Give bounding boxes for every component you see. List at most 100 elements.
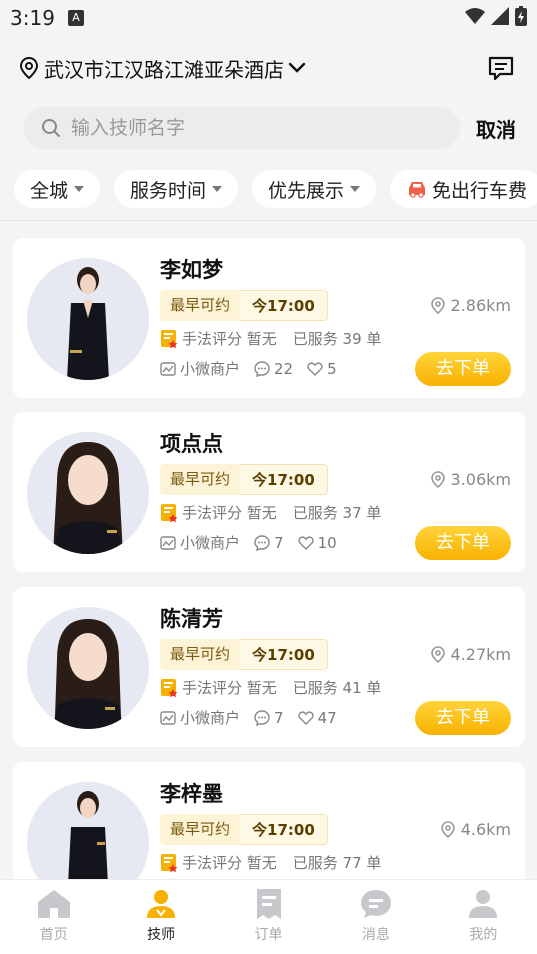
comment-count: 22 [274, 359, 294, 378]
distance: 2.86km [430, 296, 511, 315]
distance-value: 4.6km [460, 820, 511, 839]
technician-name: 陈清芳 [160, 607, 223, 631]
tab-profile-label: 我的 [469, 927, 498, 943]
technician-card[interactable]: 李如梦 最早可约 今17:00 2.86km 手法评分 暂无 已服务 39 单 … [13, 238, 525, 398]
like-icon [297, 710, 314, 725]
location-text[interactable]: 武汉市江汉路江滩亚朵酒店 [44, 54, 284, 83]
caret-down-icon [350, 186, 361, 192]
distance: 4.6km [440, 820, 511, 839]
order-button[interactable]: 去下单 [415, 701, 511, 735]
technician-card[interactable]: 陈清芳 最早可约 今17:00 4.27km 手法评分 暂无 已服务 41 单 … [13, 587, 525, 747]
meta-row: 小微商户 7 10 [160, 532, 337, 553]
filter-city[interactable]: 全城 [14, 170, 101, 208]
distance-value: 2.86km [450, 296, 511, 315]
availability-badge: 最早可约 今17:00 [160, 290, 328, 321]
like-icon [297, 535, 314, 550]
tab-message-label: 消息 [361, 927, 390, 943]
filter-service-time[interactable]: 服务时间 [114, 170, 239, 208]
served-count: 已服务 37 单 [292, 504, 382, 522]
availability-badge: 最早可约 今17:00 [160, 639, 328, 670]
availability-label: 最早可约 [160, 290, 241, 321]
rating-text: 手法评分 暂无 [182, 330, 277, 348]
meta-row: 小微商户 22 5 [160, 358, 337, 379]
order-icon [256, 889, 281, 919]
cancel-button[interactable]: 取消 [476, 114, 516, 143]
chevron-down-icon[interactable] [288, 62, 306, 74]
order-button[interactable]: 去下单 [415, 526, 511, 560]
rating-text: 手法评分 暂无 [182, 504, 277, 522]
tab-message[interactable]: 消息 [322, 880, 429, 954]
search-row: 取消 [23, 107, 517, 149]
tab-home[interactable]: 首页 [0, 880, 107, 954]
search-box[interactable] [23, 107, 460, 149]
car-icon [409, 182, 426, 198]
distance: 3.06km [430, 470, 511, 489]
merchant-icon [160, 535, 176, 550]
technician-name: 李如梦 [160, 258, 223, 282]
filter-free-travel-label: 免出行车费 [432, 179, 528, 202]
meta-row: 小微商户 7 47 [160, 707, 337, 728]
search-input[interactable] [71, 117, 411, 139]
merchant-label: 小微商户 [180, 360, 241, 378]
merchant-icon [160, 710, 176, 725]
technician-card[interactable]: 项点点 最早可约 今17:00 3.06km 手法评分 暂无 已服务 37 单 … [13, 412, 525, 572]
message-icon [360, 890, 391, 918]
availability-badge: 最早可约 今17:00 [160, 814, 328, 845]
header-divider [0, 220, 537, 221]
distance: 4.27km [430, 645, 511, 664]
distance-value: 4.27km [450, 645, 511, 664]
served-count: 已服务 77 单 [292, 854, 382, 872]
tab-order[interactable]: 订单 [215, 880, 322, 954]
availability-label: 最早可约 [160, 639, 241, 670]
like-icon [307, 361, 323, 376]
availability-label: 最早可约 [160, 814, 241, 845]
merchant-icon [160, 361, 176, 376]
merchant-label: 小微商户 [180, 534, 241, 552]
wifi-icon [465, 8, 485, 24]
like-count: 5 [327, 359, 337, 378]
like-count: 47 [317, 708, 337, 727]
caret-down-icon [74, 186, 85, 192]
profile-icon [469, 890, 498, 918]
battery-icon [515, 6, 527, 26]
bottom-tab-bar: 首页 技师 订单 消息 我的 [0, 879, 537, 954]
availability-badge: 最早可约 今17:00 [160, 464, 328, 495]
rating-badge-icon [161, 503, 178, 522]
availability-time: 今17:00 [240, 814, 328, 845]
rating-badge-icon [161, 853, 178, 872]
order-button[interactable]: 去下单 [415, 352, 511, 386]
location-bar[interactable]: 武汉市江汉路江滩亚朵酒店 [20, 48, 517, 88]
status-time: 3:19 [10, 6, 55, 30]
comment-icon [254, 709, 270, 726]
tab-technician-label: 技师 [147, 927, 176, 943]
avatar [27, 607, 149, 729]
technician-name: 项点点 [160, 432, 223, 456]
tab-profile[interactable]: 我的 [430, 880, 537, 954]
location-pin-icon [20, 57, 38, 79]
rating-badge-icon [161, 678, 178, 697]
avatar [27, 432, 149, 554]
rating-badge-icon [161, 329, 178, 348]
filter-priority[interactable]: 优先展示 [252, 170, 377, 208]
tab-technician[interactable]: 技师 [107, 880, 214, 954]
location-pin-icon [440, 821, 455, 838]
rating-row: 手法评分 暂无 已服务 37 单 [160, 502, 381, 523]
status-a-icon: A [68, 10, 84, 26]
location-pin-icon [430, 646, 445, 663]
signal-icon [491, 7, 509, 25]
availability-time: 今17:00 [240, 290, 328, 321]
avatar-image [27, 432, 149, 554]
comment-icon [254, 360, 270, 377]
filter-city-label: 全城 [30, 179, 69, 202]
rating-row: 手法评分 暂无 已服务 77 单 [160, 852, 381, 873]
avatar [27, 258, 149, 380]
rating-row: 手法评分 暂无 已服务 39 单 [160, 328, 381, 349]
rating-row: 手法评分 暂无 已服务 41 单 [160, 677, 381, 698]
technician-icon [147, 890, 176, 918]
message-list-icon[interactable] [487, 54, 515, 82]
caret-down-icon [212, 186, 223, 192]
comment-icon [254, 534, 270, 551]
status-bar: 3:19 A [0, 0, 537, 36]
like-count: 10 [317, 533, 337, 552]
filter-free-travel[interactable]: 免出行车费 [390, 170, 537, 208]
